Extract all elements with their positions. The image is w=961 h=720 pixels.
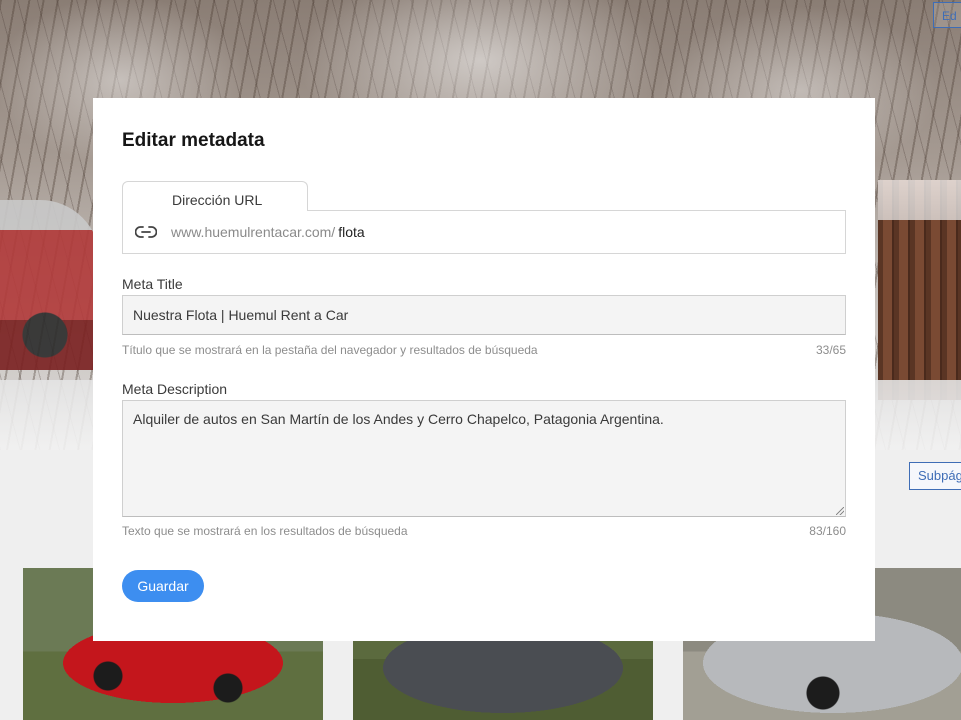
url-tab-label: Dirección URL	[172, 192, 263, 208]
background-fence	[878, 180, 961, 400]
modal-title: Editar metadata	[122, 130, 265, 151]
meta-description-counter: 83/160	[809, 524, 846, 538]
edit-metadata-modal: Editar metadata Dirección URL www.huemul…	[93, 98, 875, 641]
meta-description-label: Meta Description	[122, 381, 228, 397]
background-edit-button[interactable]: Ed	[933, 2, 961, 28]
meta-description-helper: Texto que se mostrará en los resultados …	[122, 524, 408, 538]
meta-title-counter: 33/65	[815, 343, 846, 357]
save-button[interactable]: Guardar	[122, 570, 204, 602]
meta-title-helper: Título que se mostrará en la pestaña del…	[122, 343, 538, 357]
url-tab: Dirección URL	[122, 181, 308, 211]
meta-description-textarea[interactable]: Alquiler de autos en San Martín de los A…	[122, 400, 846, 517]
background-subpage-button[interactable]: Subpág	[909, 462, 961, 490]
url-prefix: www.huemulrentacar.com/flota	[171, 224, 365, 240]
url-slug[interactable]: flota	[338, 224, 364, 240]
link-icon	[134, 224, 158, 240]
meta-title-input[interactable]	[122, 295, 846, 335]
url-field[interactable]: www.huemulrentacar.com/flota	[122, 210, 846, 254]
resize-handle[interactable]	[836, 507, 844, 515]
background-red-car	[0, 200, 100, 370]
meta-title-label: Meta Title	[122, 276, 183, 292]
